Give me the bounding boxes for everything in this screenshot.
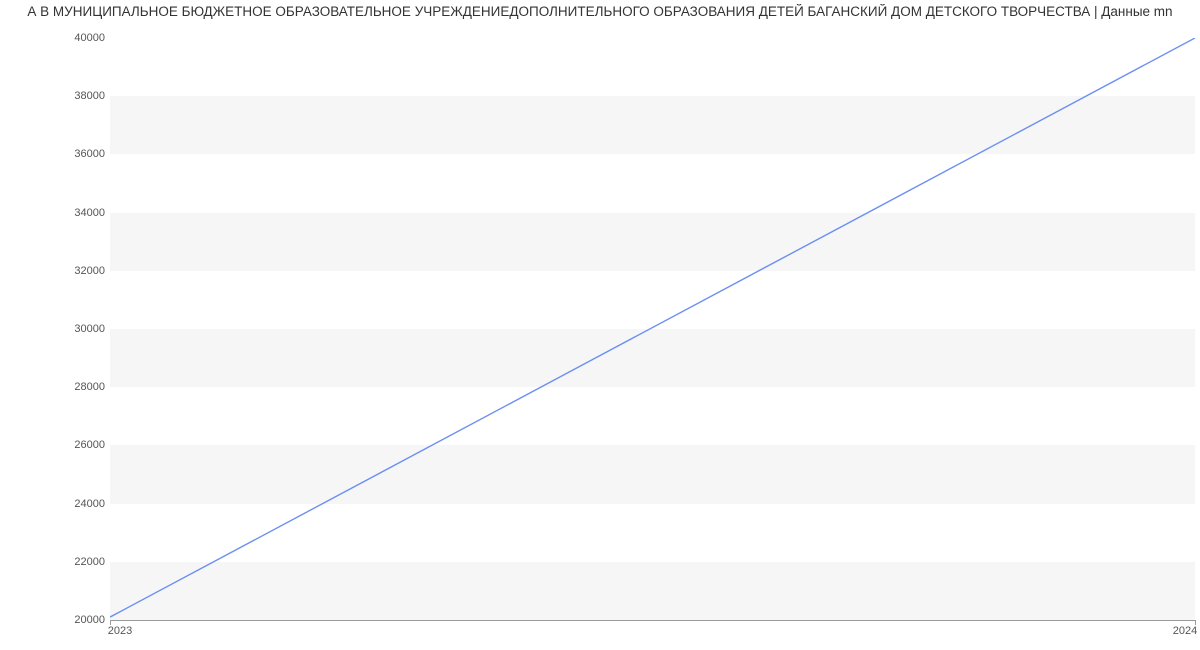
plot-area — [110, 38, 1195, 620]
y-tick-label: 40000 — [55, 32, 105, 44]
x-tick-label: 2024 — [1173, 625, 1197, 637]
y-tick-label: 38000 — [55, 90, 105, 102]
y-tick-label: 22000 — [55, 556, 105, 568]
chart-container: А В МУНИЦИПАЛЬНОЕ БЮДЖЕТНОЕ ОБРАЗОВАТЕЛЬ… — [0, 0, 1200, 650]
y-tick-label: 26000 — [55, 439, 105, 451]
y-tick-label: 20000 — [55, 614, 105, 626]
y-tick-label: 28000 — [55, 381, 105, 393]
y-tick-label: 24000 — [55, 498, 105, 510]
y-tick-label: 32000 — [55, 265, 105, 277]
y-tick-label: 30000 — [55, 323, 105, 335]
y-tick-label: 34000 — [55, 207, 105, 219]
x-axis-line — [110, 620, 1195, 621]
chart-title: А В МУНИЦИПАЛЬНОЕ БЮДЖЕТНОЕ ОБРАЗОВАТЕЛЬ… — [0, 4, 1200, 19]
y-tick-label: 36000 — [55, 148, 105, 160]
x-tick-label: 2023 — [108, 625, 132, 637]
